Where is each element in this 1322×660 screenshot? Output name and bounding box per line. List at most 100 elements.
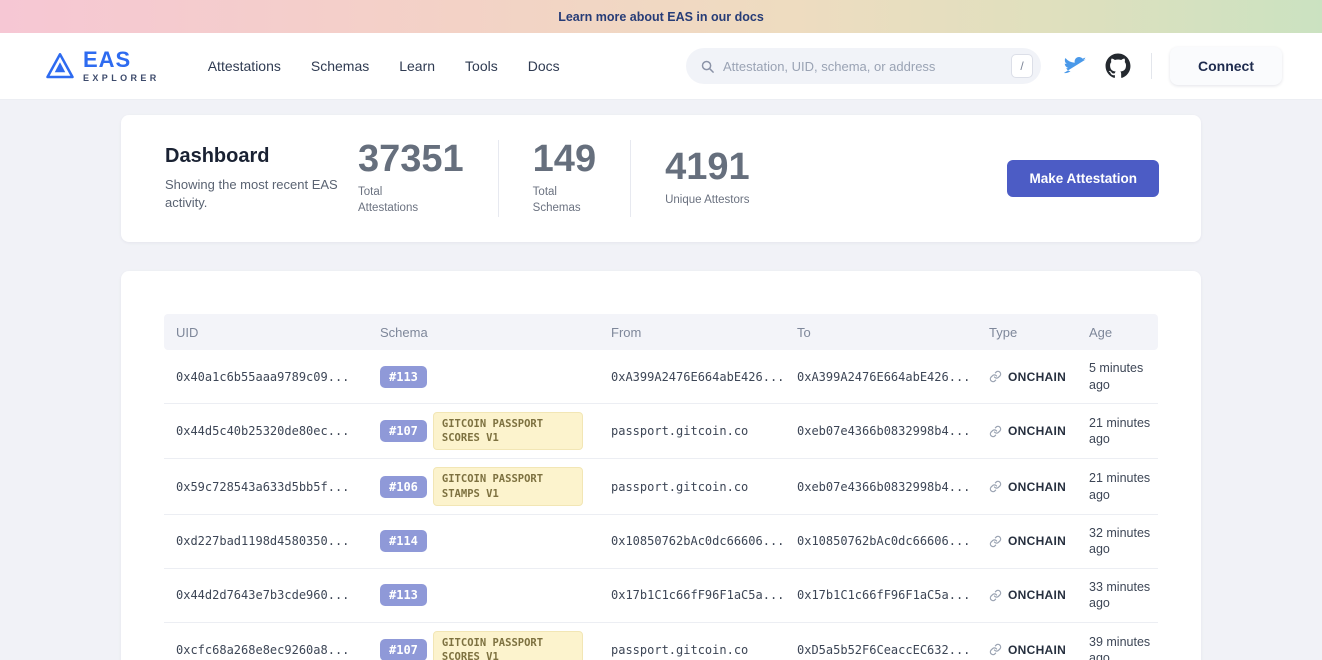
link-icon — [989, 370, 1002, 383]
schema-name-badge[interactable]: GITCOIN PASSPORT SCORES V1 — [433, 412, 583, 450]
schema-cell: #107 GITCOIN PASSPORT SCORES V1 — [368, 404, 599, 458]
logo-text: EAS EXPLORER — [83, 49, 160, 83]
link-icon — [989, 589, 1002, 602]
schema-id-badge[interactable]: #113 — [380, 366, 427, 388]
social-links — [1063, 53, 1131, 79]
dashboard-title-block: Dashboard Showing the most recent EAS ac… — [165, 145, 358, 211]
column-header-uid: UID — [164, 325, 368, 340]
from-address[interactable]: passport.gitcoin.co — [611, 480, 748, 494]
stat: 37351 Total Attestations — [358, 140, 499, 216]
stat-label: Unique Attestors — [665, 193, 750, 209]
link-icon — [989, 643, 1002, 656]
type-cell: ONCHAIN — [977, 362, 1077, 392]
type-label: ONCHAIN — [1008, 588, 1066, 602]
to-cell: 0xA399A2476E664abE426... — [785, 362, 977, 392]
from-address[interactable]: passport.gitcoin.co — [611, 643, 748, 657]
uid-cell: 0x44d2d7643e7b3cde960... — [164, 580, 368, 610]
to-cell: 0x10850762bAc0dc66606... — [785, 526, 977, 556]
stat-1: 149 Total Schemas — [499, 140, 631, 216]
attestation-table-body: 0x40a1c6b55aaa9789c09... #113 0xA399A247… — [164, 350, 1158, 660]
logo-subtitle: EXPLORER — [83, 74, 160, 83]
to-cell: 0x17b1C1c66fF96F1aC5a... — [785, 580, 977, 610]
github-icon — [1105, 53, 1131, 79]
from-address[interactable]: 0xA399A2476E664abE426... — [611, 370, 784, 384]
table-row[interactable]: 0xd227bad1198d4580350... #114 0x10850762… — [164, 515, 1158, 569]
uid-link[interactable]: 0x44d5c40b25320de80ec... — [176, 424, 349, 438]
uid-link[interactable]: 0xd227bad1198d4580350... — [176, 534, 349, 548]
to-address[interactable]: 0xA399A2476E664abE426... — [797, 370, 970, 384]
search-input[interactable] — [723, 59, 1003, 74]
from-cell: passport.gitcoin.co — [599, 472, 785, 502]
table-row[interactable]: 0x44d5c40b25320de80ec... #107 GITCOIN PA… — [164, 404, 1158, 459]
type-label: ONCHAIN — [1008, 643, 1066, 657]
schema-name-badge[interactable]: GITCOIN PASSPORT SCORES V1 — [433, 631, 583, 660]
from-address[interactable]: 0x10850762bAc0dc66606... — [611, 534, 784, 548]
nav-item-learn[interactable]: Learn — [399, 58, 435, 74]
stat-value: 149 — [533, 140, 596, 178]
nav-item-attestations[interactable]: Attestations — [208, 58, 281, 74]
make-attestation-button[interactable]: Make Attestation — [1007, 160, 1159, 197]
type-label: ONCHAIN — [1008, 480, 1066, 494]
github-link[interactable] — [1105, 53, 1131, 79]
main-content: Dashboard Showing the most recent EAS ac… — [0, 100, 1322, 660]
table-row[interactable]: 0x59c728543a633d5bb5f... #106 GITCOIN PA… — [164, 459, 1158, 514]
stat-label: Total Schemas — [533, 185, 596, 216]
table-row[interactable]: 0x40a1c6b55aaa9789c09... #113 0xA399A247… — [164, 350, 1158, 404]
column-header-age: Age — [1077, 325, 1158, 340]
type-label: ONCHAIN — [1008, 534, 1066, 548]
stat-value: 37351 — [358, 140, 464, 178]
banner-link[interactable]: Learn more about EAS in our docs — [558, 10, 764, 24]
column-header-to: To — [785, 325, 977, 340]
to-address[interactable]: 0xeb07e4366b0832998b4... — [797, 480, 970, 494]
nav-item-docs[interactable]: Docs — [528, 58, 560, 74]
attestations-table-card: UIDSchemaFromToTypeAge 0x40a1c6b55aaa978… — [121, 271, 1201, 660]
schema-id-badge[interactable]: #107 — [380, 639, 427, 660]
uid-link[interactable]: 0x44d2d7643e7b3cde960... — [176, 588, 349, 602]
page-subtitle: Showing the most recent EAS activity. — [165, 176, 340, 211]
type-cell: ONCHAIN — [977, 472, 1077, 502]
schema-cell: #107 GITCOIN PASSPORT SCORES V1 — [368, 623, 599, 660]
search-bar[interactable]: / — [686, 48, 1041, 84]
from-cell: 0x10850762bAc0dc66606... — [599, 526, 785, 556]
age-cell: 39 minutes ago — [1077, 626, 1158, 660]
uid-cell: 0xcfc68a268e8ec9260a8... — [164, 635, 368, 660]
uid-cell: 0x40a1c6b55aaa9789c09... — [164, 362, 368, 392]
to-cell: 0xD5a5b52F6CeaccEC632... — [785, 635, 977, 660]
schema-id-badge[interactable]: #106 — [380, 476, 427, 498]
schema-id-badge[interactable]: #114 — [380, 530, 427, 552]
schema-cell: #113 — [368, 358, 599, 396]
schema-id-badge[interactable]: #107 — [380, 420, 427, 442]
from-address[interactable]: passport.gitcoin.co — [611, 424, 748, 438]
stat-label: Total Attestations — [358, 185, 464, 216]
schema-id-badge[interactable]: #113 — [380, 584, 427, 606]
type-label: ONCHAIN — [1008, 370, 1066, 384]
schema-name-badge[interactable]: GITCOIN PASSPORT STAMPS V1 — [433, 467, 583, 505]
stat-value: 4191 — [665, 148, 750, 186]
to-cell: 0xeb07e4366b0832998b4... — [785, 416, 977, 446]
from-address[interactable]: 0x17b1C1c66fF96F1aC5a... — [611, 588, 784, 602]
from-cell: 0x17b1C1c66fF96F1aC5a... — [599, 580, 785, 610]
from-cell: 0xA399A2476E664abE426... — [599, 362, 785, 392]
uid-link[interactable]: 0x59c728543a633d5bb5f... — [176, 480, 349, 494]
header-divider — [1151, 53, 1152, 79]
connect-button[interactable]: Connect — [1170, 47, 1282, 85]
schema-cell: #106 GITCOIN PASSPORT STAMPS V1 — [368, 459, 599, 513]
main-nav: Attestations Schemas Learn Tools Docs — [208, 58, 560, 74]
dashboard-card: Dashboard Showing the most recent EAS ac… — [121, 115, 1201, 242]
type-label: ONCHAIN — [1008, 424, 1066, 438]
table-row[interactable]: 0xcfc68a268e8ec9260a8... #107 GITCOIN PA… — [164, 623, 1158, 660]
table-row[interactable]: 0x44d2d7643e7b3cde960... #113 0x17b1C1c6… — [164, 569, 1158, 623]
uid-link[interactable]: 0x40a1c6b55aaa9789c09... — [176, 370, 349, 384]
to-address[interactable]: 0xeb07e4366b0832998b4... — [797, 424, 970, 438]
to-address[interactable]: 0x17b1C1c66fF96F1aC5a... — [797, 588, 970, 602]
uid-link[interactable]: 0xcfc68a268e8ec9260a8... — [176, 643, 349, 657]
from-cell: passport.gitcoin.co — [599, 416, 785, 446]
to-address[interactable]: 0x10850762bAc0dc66606... — [797, 534, 970, 548]
nav-item-tools[interactable]: Tools — [465, 58, 498, 74]
nav-item-schemas[interactable]: Schemas — [311, 58, 369, 74]
twitter-link[interactable] — [1063, 54, 1087, 78]
page-title: Dashboard — [165, 145, 358, 168]
to-address[interactable]: 0xD5a5b52F6CeaccEC632... — [797, 643, 970, 657]
eas-logo-icon — [45, 51, 75, 81]
logo[interactable]: EAS EXPLORER — [45, 49, 160, 83]
